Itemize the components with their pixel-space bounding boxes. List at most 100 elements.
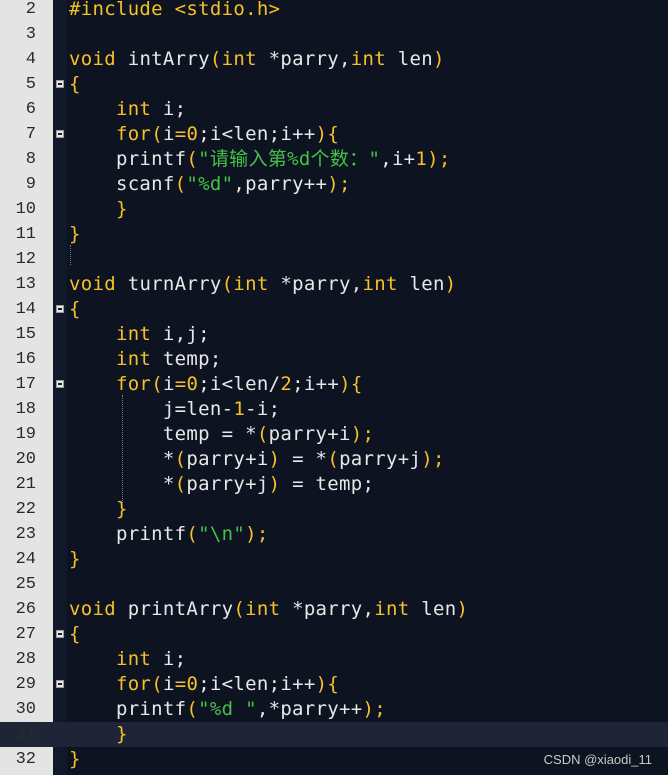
code-token: } bbox=[69, 498, 128, 520]
code-token: ); bbox=[245, 523, 269, 545]
line-number: 14 bbox=[15, 300, 36, 319]
code-line[interactable]: 18 j=len-1-i; bbox=[0, 397, 668, 422]
code-line[interactable]: 31 } bbox=[0, 722, 668, 747]
code-token: 1 bbox=[415, 148, 428, 170]
code-token: int bbox=[69, 348, 163, 370]
code-line[interactable]: 21 *(parry+j) = temp; bbox=[0, 472, 668, 497]
code-line[interactable]: 2 #include <stdio.h> bbox=[0, 0, 668, 22]
code-token: len bbox=[397, 48, 433, 70]
code-token: -i; bbox=[245, 398, 281, 420]
code-token: for bbox=[69, 673, 152, 695]
indent-guide bbox=[70, 245, 71, 265]
code-token: 0 bbox=[186, 373, 199, 395]
fold-toggle-icon[interactable] bbox=[56, 680, 64, 688]
code-text: } bbox=[69, 547, 81, 572]
code-line[interactable]: 30 printf("%d ",*parry++); bbox=[0, 697, 668, 722]
code-line[interactable]: 10 } bbox=[0, 197, 668, 222]
line-number: 31 bbox=[15, 725, 36, 744]
fold-toggle-icon[interactable] bbox=[56, 305, 64, 313]
code-token: i; bbox=[162, 98, 187, 120]
code-token: ); bbox=[350, 423, 375, 445]
code-line[interactable]: 11} bbox=[0, 222, 668, 247]
code-line[interactable]: 28 int i; bbox=[0, 647, 668, 672]
code-token: len bbox=[421, 598, 457, 620]
code-token: *parry, bbox=[280, 273, 363, 295]
line-number: 30 bbox=[15, 700, 36, 719]
code-line[interactable]: 24} bbox=[0, 547, 668, 572]
code-line[interactable]: 27 { bbox=[0, 622, 668, 647]
code-token: ,parry++ bbox=[233, 173, 328, 195]
code-line[interactable]: 3 bbox=[0, 22, 668, 47]
code-token: 1 bbox=[233, 398, 246, 420]
code-token: "%d" bbox=[186, 173, 234, 195]
code-token: temp = * bbox=[69, 423, 257, 445]
line-number: 15 bbox=[15, 325, 36, 344]
code-line[interactable]: 17 for(i=0;i<len/2;i++){ bbox=[0, 372, 668, 397]
code-token: } bbox=[69, 198, 128, 220]
code-line[interactable]: 16 int temp; bbox=[0, 347, 668, 372]
code-token: = bbox=[174, 123, 187, 145]
code-token: "\n" bbox=[198, 523, 246, 545]
code-token: *parry, bbox=[292, 598, 375, 620]
code-line[interactable]: 6 int i; bbox=[0, 97, 668, 122]
code-line[interactable]: 19 temp = *(parry+i); bbox=[0, 422, 668, 447]
code-token: void bbox=[69, 598, 128, 620]
fold-toggle-icon[interactable] bbox=[56, 380, 64, 388]
code-token: for bbox=[69, 123, 152, 145]
code-token: i bbox=[162, 673, 175, 695]
code-text: } bbox=[69, 222, 81, 247]
code-token: ) bbox=[456, 598, 469, 620]
code-token: ( bbox=[186, 698, 199, 720]
code-token: ) bbox=[444, 273, 457, 295]
code-line[interactable]: 23 printf("\n"); bbox=[0, 522, 668, 547]
code-line[interactable]: 26 void printArry(int *parry,int len) bbox=[0, 597, 668, 622]
code-token: turnArry bbox=[127, 273, 222, 295]
code-text: int i; bbox=[69, 97, 186, 122]
code-text: *(parry+j) = temp; bbox=[69, 472, 374, 497]
code-line[interactable]: 20 *(parry+i) = *(parry+j); bbox=[0, 447, 668, 472]
fold-toggle-icon[interactable] bbox=[56, 630, 64, 638]
line-number: 32 bbox=[15, 750, 36, 769]
fold-toggle-icon[interactable] bbox=[56, 80, 64, 88]
code-editor[interactable]: 2 #include <stdio.h> 3 4 void intArry(int *p… bbox=[0, 0, 668, 775]
code-line[interactable]: 8 printf("请输入第%d个数：",i+1); bbox=[0, 147, 668, 172]
code-line[interactable]: 14 { bbox=[0, 297, 668, 322]
line-number: 7 bbox=[25, 125, 36, 144]
code-text: { bbox=[69, 622, 81, 647]
code-line[interactable]: 4 void intArry(int *parry,int len) bbox=[0, 47, 668, 72]
code-line[interactable]: 13 void turnArry(int *parry,int len) bbox=[0, 272, 668, 297]
code-token: ); bbox=[362, 698, 386, 720]
code-token: i,j; bbox=[162, 323, 210, 345]
code-line[interactable]: 25 bbox=[0, 572, 668, 597]
code-token: i; bbox=[162, 648, 187, 670]
code-text: void turnArry(int *parry,int len) bbox=[69, 272, 456, 297]
code-line[interactable]: 29 for(i=0;i<len;i++){ bbox=[0, 672, 668, 697]
code-line[interactable]: 15 int i,j; bbox=[0, 322, 668, 347]
code-token: ( bbox=[151, 373, 163, 395]
code-token: 0 bbox=[186, 673, 199, 695]
indent-guide bbox=[122, 395, 123, 505]
code-text: *(parry+i) = *(parry+j); bbox=[69, 447, 445, 472]
code-token: } bbox=[69, 748, 81, 770]
code-line[interactable]: 12 bbox=[0, 247, 668, 272]
code-token: int bbox=[221, 48, 269, 70]
code-token: j=len- bbox=[69, 398, 234, 420]
code-token: int bbox=[69, 98, 163, 120]
line-number: 3 bbox=[25, 25, 36, 44]
code-token: ( bbox=[151, 123, 163, 145]
code-line[interactable]: 9 scanf("%d",parry++); bbox=[0, 172, 668, 197]
code-text: void intArry(int *parry,int len) bbox=[69, 47, 445, 72]
fold-toggle-icon[interactable] bbox=[56, 130, 64, 138]
code-token: ( bbox=[186, 523, 199, 545]
line-number: 4 bbox=[25, 50, 36, 69]
code-token: ( bbox=[151, 673, 163, 695]
code-text: } bbox=[69, 197, 128, 222]
code-text: void printArry(int *parry,int len) bbox=[69, 597, 468, 622]
code-line[interactable]: 22 } bbox=[0, 497, 668, 522]
code-token: int bbox=[350, 48, 398, 70]
code-token: parry+j bbox=[186, 473, 269, 495]
code-token: ); bbox=[421, 448, 445, 470]
code-line[interactable]: 7 for(i=0;i<len;i++){ bbox=[0, 122, 668, 147]
code-line[interactable]: 5{ bbox=[0, 72, 668, 97]
code-text: { bbox=[69, 297, 81, 322]
